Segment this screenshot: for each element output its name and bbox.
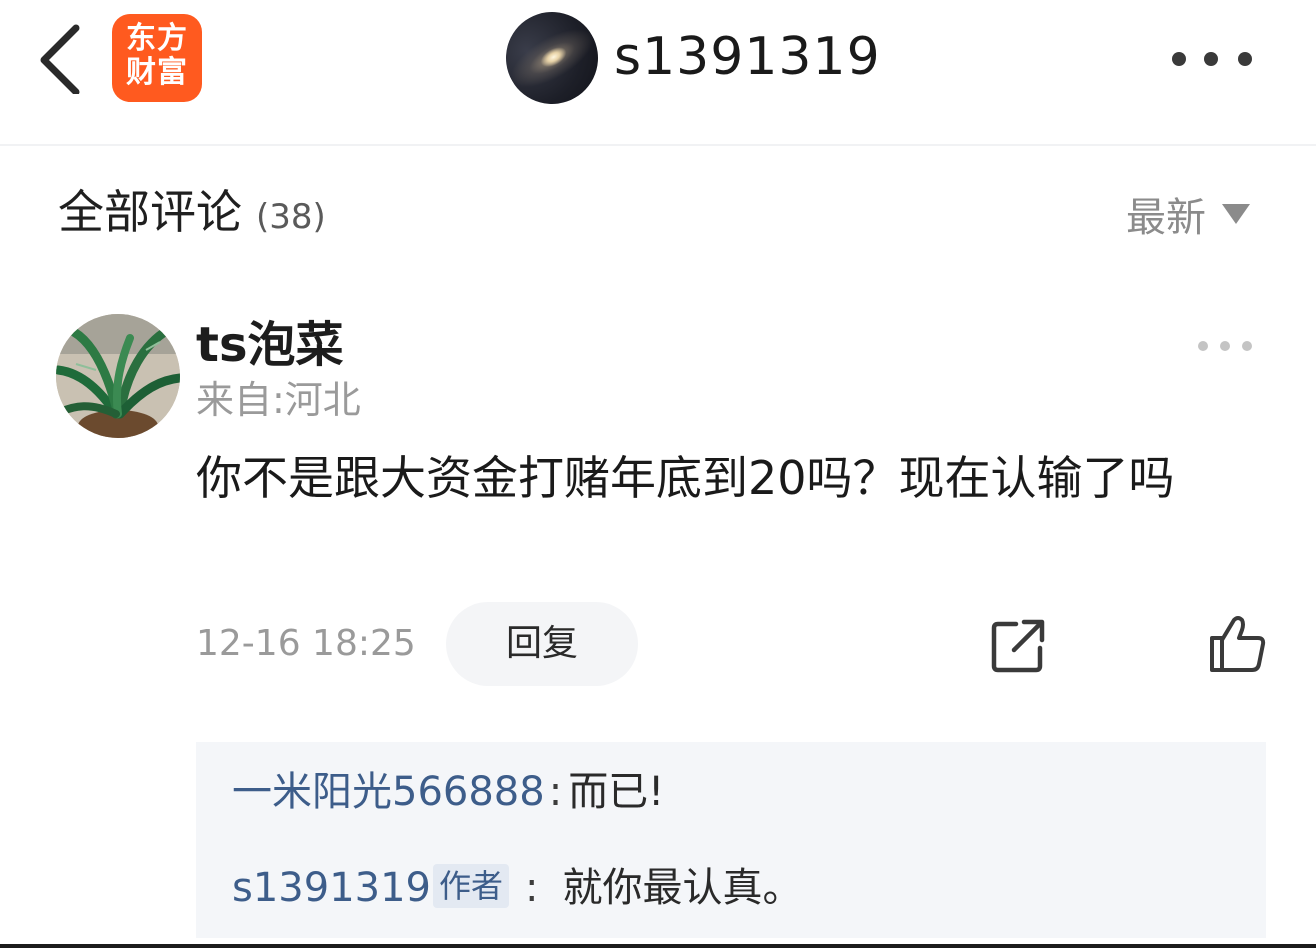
commenter-name[interactable]: ts泡菜 — [196, 314, 344, 376]
more-dot — [1198, 341, 1208, 351]
author-name[interactable]: s1391319 — [614, 24, 881, 90]
author-badge: 作者 — [432, 864, 509, 908]
reply-username[interactable]: 一米阳光566888 — [232, 769, 545, 815]
back-button[interactable] — [30, 22, 94, 96]
replies-box[interactable]: 一米阳光566888: 而已! s1391319 作者: 就你最认真。 — [196, 742, 1266, 938]
top-bar: 东方 财富 s1391319 — [0, 0, 1316, 146]
more-dot — [1220, 341, 1230, 351]
share-button[interactable] — [988, 616, 1048, 676]
plant-avatar-image — [56, 314, 180, 438]
reply-separator: : — [525, 865, 539, 911]
more-dot — [1238, 52, 1252, 66]
comments-title: 全部评论 — [58, 185, 242, 239]
like-button[interactable] — [1206, 612, 1270, 676]
chevron-left-icon — [40, 24, 80, 96]
comment-text: 你不是跟大资金打赌年底到20吗？现在认输了吗 — [196, 451, 1175, 505]
more-button[interactable] — [1166, 44, 1258, 74]
more-dot — [1242, 341, 1252, 351]
logo-line-1: 东方 — [126, 21, 188, 56]
comments-count: (38) — [256, 197, 326, 237]
share-icon — [991, 619, 1045, 673]
comment-more-button[interactable] — [1196, 336, 1254, 356]
reply-separator: : — [548, 769, 563, 815]
more-dot — [1204, 52, 1218, 66]
comment-timestamp: 12-16 18:25 — [196, 623, 416, 664]
logo-line-2: 财富 — [126, 55, 188, 90]
commenter-avatar[interactable] — [56, 314, 180, 438]
thumbs-up-icon — [1210, 616, 1266, 672]
reply-button[interactable]: 回复 — [446, 602, 638, 686]
more-dot — [1172, 52, 1186, 66]
sort-label: 最新 — [1126, 195, 1206, 241]
reply-username[interactable]: s1391319 — [232, 865, 431, 911]
comments-header: 全部评论 (38) — [58, 178, 326, 248]
sort-dropdown[interactable]: 最新 — [1126, 184, 1250, 244]
reply-text: 就你最认真。 — [562, 865, 803, 911]
caret-down-icon — [1222, 204, 1250, 224]
reply-row[interactable]: s1391319 作者: 就你最认真。 — [232, 860, 802, 916]
reply-text: 而已! — [568, 769, 665, 815]
author-avatar[interactable] — [489, 0, 615, 121]
reply-row[interactable]: 一米阳光566888: 而已! — [232, 764, 664, 820]
commenter-location: 来自:河北 — [196, 378, 361, 422]
bottom-divider — [0, 944, 1316, 948]
app-logo[interactable]: 东方 财富 — [112, 14, 202, 102]
